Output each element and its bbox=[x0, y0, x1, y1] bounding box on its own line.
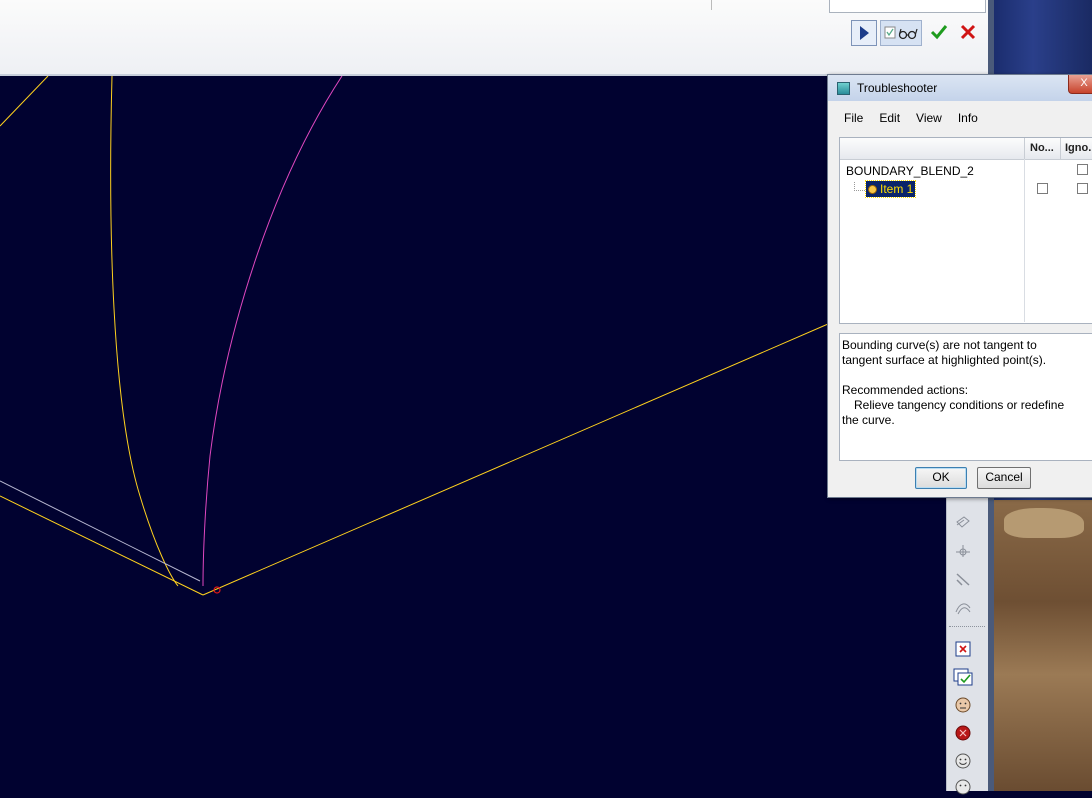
dialog-title-bar[interactable]: Troubleshooter bbox=[828, 75, 1092, 101]
face-smile-icon[interactable] bbox=[951, 750, 975, 772]
trim-icon[interactable] bbox=[951, 568, 975, 590]
right-icon-toolbar bbox=[946, 496, 989, 795]
boundary-curve-magenta bbox=[202, 76, 343, 587]
close-feature-icon[interactable] bbox=[951, 638, 975, 660]
menu-info[interactable]: Info bbox=[950, 109, 986, 129]
stop-red-icon[interactable] bbox=[951, 722, 975, 744]
glasses-icon bbox=[884, 26, 918, 40]
menu-edit[interactable]: Edit bbox=[871, 109, 908, 129]
cancel-feature-button[interactable] bbox=[956, 20, 980, 44]
cancel-button[interactable]: Cancel bbox=[977, 467, 1031, 489]
apply-ok-button[interactable] bbox=[927, 20, 951, 44]
verify-icon[interactable] bbox=[951, 666, 975, 688]
item-ignore-checkbox[interactable] bbox=[1077, 183, 1088, 194]
split-icon[interactable] bbox=[951, 540, 975, 562]
menu-view[interactable]: View bbox=[908, 109, 950, 129]
ok-button[interactable]: OK bbox=[915, 467, 967, 489]
column-ignore[interactable]: Igno... bbox=[1060, 138, 1092, 159]
offset-surface-icon[interactable] bbox=[951, 596, 975, 618]
tree-header: No... Igno... bbox=[840, 138, 1092, 160]
menu-file[interactable]: File bbox=[836, 109, 871, 129]
tree-connector bbox=[854, 182, 865, 191]
tree-root-feature[interactable]: BOUNDARY_BLEND_2 bbox=[846, 164, 974, 178]
close-button[interactable]: X bbox=[1068, 75, 1092, 94]
column-note[interactable]: No... bbox=[1024, 138, 1064, 159]
close-icon: X bbox=[1080, 77, 1088, 89]
column-divider bbox=[1024, 159, 1025, 322]
dialog-title: Troubleshooter bbox=[857, 81, 938, 95]
troubleshooter-app-icon bbox=[837, 81, 850, 95]
play-icon bbox=[860, 26, 869, 40]
face-neutral-icon[interactable] bbox=[951, 694, 975, 716]
checkmark-icon bbox=[930, 25, 948, 40]
tree-item-label: Item 1 bbox=[880, 182, 914, 196]
x-icon bbox=[960, 24, 976, 40]
edge-lower-left bbox=[0, 495, 204, 596]
boundary-curve-left bbox=[110, 76, 179, 587]
toolbar-separator bbox=[711, 0, 718, 10]
error-description: Bounding curve(s) are not tangent to tan… bbox=[842, 338, 1047, 367]
tree-item-selected[interactable]: Item 1 bbox=[864, 180, 917, 198]
warning-bulb-icon bbox=[868, 184, 877, 194]
preview-toggle-button[interactable] bbox=[880, 20, 922, 46]
face-icon[interactable] bbox=[951, 776, 975, 798]
surface-copy-icon[interactable] bbox=[951, 512, 975, 534]
desktop-wallpaper-photo bbox=[994, 500, 1092, 791]
dialog-menubar: File Edit View Info bbox=[836, 109, 986, 129]
pause-resume-button[interactable] bbox=[851, 20, 877, 46]
toolbar-field[interactable] bbox=[829, 0, 986, 13]
curve-segment-top-left bbox=[0, 76, 49, 127]
toolbar-divider bbox=[949, 626, 985, 627]
top-toolbar bbox=[0, 0, 990, 76]
recommended-action-text: Relieve tangency conditions or redefine … bbox=[842, 398, 1065, 427]
edge-gray bbox=[0, 480, 201, 582]
edge-rising-right bbox=[202, 323, 829, 596]
message-panel: Bounding curve(s) are not tangent to tan… bbox=[839, 333, 1092, 461]
item-note-checkbox[interactable] bbox=[1037, 183, 1048, 194]
root-ignore-checkbox[interactable] bbox=[1077, 164, 1088, 175]
troubleshooter-dialog: Troubleshooter X File Edit View Info No.… bbox=[827, 74, 1092, 498]
issue-tree[interactable]: No... Igno... BOUNDARY_BLEND_2 Item 1 bbox=[839, 137, 1092, 324]
recommended-actions-heading: Recommended actions: bbox=[842, 383, 969, 397]
